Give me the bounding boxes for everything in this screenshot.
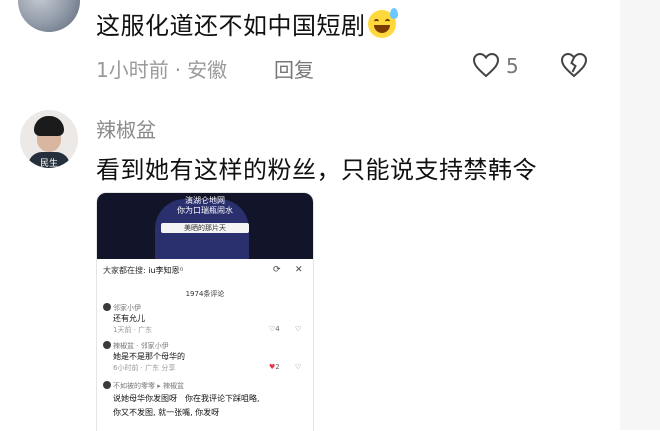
search-mark: ᴳ [179,266,184,275]
comment-sheet: 大家都在搜: iu李知恩ᴳ ⟳ ✕ 1974条评论 邻家小伊 还有允儿 1天前 … [97,259,313,431]
location: 安徽 [187,58,228,82]
refresh-icon: ⟳ [273,265,281,275]
comment-text: 你在我评论下踩咀略, [185,394,260,403]
like-count: ♥2 [269,363,280,371]
like-count: ♡4 [269,325,280,333]
dislike-icon: ♡ [295,363,302,371]
comment-text: 还有允儿 [113,314,145,323]
dislike-icon: ♡ [295,325,302,333]
comment-meta: 6小时前 · 广东 分享 [113,364,176,372]
video-subtitle: 你为口瑞瓶闹水 [177,206,233,215]
comment-author: 不如被的零零 ▸ 辣椒盆 [113,382,184,390]
search-term: iu李知恩 [148,266,180,275]
search-prefix: 大家都在搜: [103,266,146,275]
avatar [103,341,111,349]
right-edge-strip [620,0,660,430]
like-count: 5 [506,54,519,78]
grinning-sweat-emoji-icon [367,8,398,38]
reply-button[interactable]: 回复 [274,54,314,83]
video-badge: 美晒的那片天 [161,223,249,233]
comment-text: 这服化道还不如中国短剧 [96,12,366,40]
separator: · [174,58,182,82]
avatar [103,303,111,311]
avatar[interactable]: 民生 [20,110,78,168]
avatar-tag: 民生 [40,159,59,168]
comment-meta: 1小时前 · 安徽 [96,54,227,83]
time-ago: 1小时前 [96,58,169,82]
comment-meta: 1天前 · 广东 [113,326,153,334]
comment-author: 辣椒盆 · 邻家小伊 [113,342,169,350]
close-icon: ✕ [295,265,303,275]
comment-text: 看到她有这样的粉丝，只能说支持禁韩令 [96,156,537,184]
comment-text: 你又不发图, 就一张嘴, 你发呀 [113,408,220,417]
comment-count-title: 1974条评论 [185,290,225,298]
video-thumbnail: 演湖仑地网 你为口瑞瓶闹水 美晒的那片天 [97,193,313,259]
embedded-screenshot[interactable]: 演湖仑地网 你为口瑞瓶闹水 美晒的那片天 大家都在搜: iu李知恩ᴳ ⟳ ✕ 1… [96,192,314,431]
like-count-value: 2 [275,363,280,371]
heart-icon[interactable] [472,52,500,78]
comment-text: 她是不是那个母华的 [113,352,185,361]
broken-heart-icon[interactable] [560,52,588,78]
like-count-value: 4 [275,325,280,333]
avatar[interactable] [18,0,80,32]
search-suggestion: 大家都在搜: iu李知恩ᴳ [103,265,183,276]
comment-body: 这服化道还不如中国短剧 [96,6,398,41]
comment-author: 邻家小伊 [113,304,141,312]
username[interactable]: 辣椒盆 [96,114,156,143]
avatar [103,381,111,389]
